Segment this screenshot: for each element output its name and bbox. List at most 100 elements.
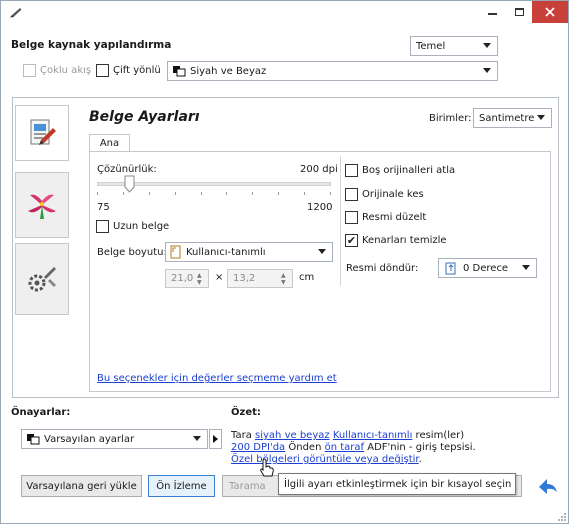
width-stepper[interactable]: 21,0 ▲ ▼: [165, 269, 209, 288]
side-tab-document-settings[interactable]: [15, 105, 69, 161]
side-tab-image-processing[interactable]: [15, 172, 69, 238]
slider-tick: [226, 192, 228, 195]
crop-checkbox[interactable]: [345, 188, 358, 201]
rotate-value: 0 Derece: [463, 262, 509, 274]
summary-text: Tara: [231, 430, 252, 441]
summary-side-link[interactable]: ön taraf: [325, 442, 364, 453]
close-button[interactable]: [532, 1, 568, 23]
help-link[interactable]: Bu seçenekler için değerler seçmeme yard…: [97, 373, 337, 384]
rotate-page-icon: [445, 262, 456, 274]
rotate-select[interactable]: 0 Derece: [438, 258, 537, 278]
chevron-down-icon: [483, 43, 491, 48]
summary-label: Özet:: [231, 407, 261, 418]
slider-tick: [252, 192, 254, 195]
chevron-down-icon: [483, 68, 491, 73]
restore-defaults-button[interactable]: Varsayılana geri yükle: [21, 475, 142, 497]
slider-tick: [97, 192, 98, 195]
summary-size-link[interactable]: Kullanıcı-tanımlı: [333, 430, 413, 441]
rotate-label: Resmi döndür:: [346, 263, 419, 274]
title-bar: [1, 1, 568, 29]
play-arrow-icon: [213, 435, 218, 443]
resolution-min: 75: [97, 202, 110, 213]
duplex-label: Çift yönlü: [113, 65, 161, 76]
page-title: Belge kaynak yapılandırma: [11, 39, 172, 51]
duplex-checkbox[interactable]: [96, 64, 109, 77]
slider-tick: [304, 192, 306, 195]
minimize-icon: [487, 13, 497, 15]
slider-tick: [174, 192, 176, 195]
document-size-select[interactable]: Kullanıcı-tanımlı: [165, 242, 333, 262]
presets-value: Varsayılan ayarlar: [44, 433, 135, 445]
edge-clean-checkbox[interactable]: ✔: [345, 234, 358, 247]
tools-icon: [28, 267, 56, 292]
chevron-down-icon: [537, 115, 545, 120]
summary-dpi-link[interactable]: 200 DPI'da: [231, 442, 285, 453]
slider-tick: [330, 192, 331, 195]
long-document-label: Uzun belge: [113, 221, 170, 232]
resolution-label: Çözünürlük:: [97, 164, 157, 175]
presets-menu-button[interactable]: [209, 429, 222, 449]
chevron-down-icon: [522, 265, 530, 270]
times-sign: ×: [215, 272, 224, 283]
long-document-checkbox[interactable]: [96, 220, 109, 233]
document-size-value: Kullanıcı-tanımlı: [186, 246, 266, 258]
slider-tick: [200, 192, 202, 195]
maximize-button[interactable]: [506, 1, 532, 23]
panel-title: Belge Ayarları: [89, 109, 200, 125]
straighten-label: Resmi düzelt: [362, 212, 427, 223]
summary-line-2: 200 DPI'da Önden ön taraf ADF'nin - giri…: [231, 442, 476, 454]
lily-flower-icon: [28, 194, 56, 219]
stepper-arrows-icon[interactable]: ▲ ▼: [281, 272, 289, 286]
black-white-icon: [27, 434, 40, 445]
slider-tick: [122, 192, 124, 195]
hand-cursor-icon: [260, 458, 274, 477]
column-divider: [340, 156, 341, 286]
checkmark-icon: ✔: [346, 234, 357, 247]
color-mode-select[interactable]: Siyah ve Beyaz: [167, 61, 498, 81]
summary-text: resim(ler): [415, 430, 465, 441]
resolution-slider[interactable]: [97, 175, 331, 204]
scanner-config-window: Belge kaynak yapılandırma Temel Çoklu ak…: [0, 0, 569, 524]
stepper-arrows-icon[interactable]: ▲ ▼: [197, 272, 205, 286]
page-size-icon: [170, 245, 181, 259]
summary-text: ADF'nin - giriş tepsisi.: [367, 442, 476, 453]
side-tab-advanced[interactable]: [15, 243, 69, 315]
resolution-max: 1200: [307, 202, 333, 213]
summary-line-1: Tara siyah ve beyaz Kullanıcı-tanımlı re…: [231, 430, 464, 442]
height-stepper[interactable]: 13,2 ▲ ▼: [227, 269, 293, 288]
units-select[interactable]: Santimetre: [473, 108, 552, 128]
chevron-down-icon: [318, 249, 326, 254]
presets-select[interactable]: Varsayılan ayarlar: [21, 429, 208, 449]
summary-text: Önden: [288, 442, 322, 453]
back-arrow-icon[interactable]: [537, 476, 559, 496]
summary-color-link[interactable]: siyah ve beyaz: [255, 430, 330, 441]
document-size-label: Belge boyutu:: [97, 247, 167, 258]
height-value: 13,2: [233, 273, 256, 284]
scanner-app-icon: [10, 8, 22, 18]
units-select-value: Santimetre: [479, 112, 535, 124]
summary-text: .: [418, 454, 422, 465]
color-mode-value: Siyah ve Beyaz: [190, 65, 267, 77]
multi-stream-checkbox[interactable]: [23, 64, 36, 77]
resize-grip-icon[interactable]: [557, 512, 567, 522]
edge-clean-label: Kenarları temizle: [362, 235, 447, 246]
crop-label: Orijinale kes: [362, 189, 424, 200]
tab-ana-label: Ana: [99, 138, 120, 149]
black-white-icon: [173, 66, 186, 77]
size-unit: cm: [299, 272, 315, 283]
slider-tick: [278, 192, 280, 195]
minimize-button[interactable]: [478, 1, 506, 23]
skip-blank-checkbox[interactable]: [345, 164, 358, 177]
mode-select-value: Temel: [416, 40, 446, 52]
skip-blank-label: Boş orijinalleri atla: [362, 165, 456, 176]
presets-label: Önayarlar:: [11, 407, 71, 418]
tab-ana[interactable]: Ana: [89, 134, 130, 152]
straighten-checkbox[interactable]: [345, 211, 358, 224]
slider-thumb[interactable]: [124, 175, 135, 193]
shortcut-tooltip: İlgili ayarı etkinleştirmek için bir kıs…: [278, 473, 516, 495]
width-value: 21,0: [171, 273, 194, 284]
multi-stream-label: Çoklu akış: [40, 65, 92, 76]
mode-select[interactable]: Temel: [410, 36, 498, 56]
document-settings-icon: [30, 119, 56, 145]
preview-button[interactable]: Ön İzleme: [148, 475, 215, 497]
